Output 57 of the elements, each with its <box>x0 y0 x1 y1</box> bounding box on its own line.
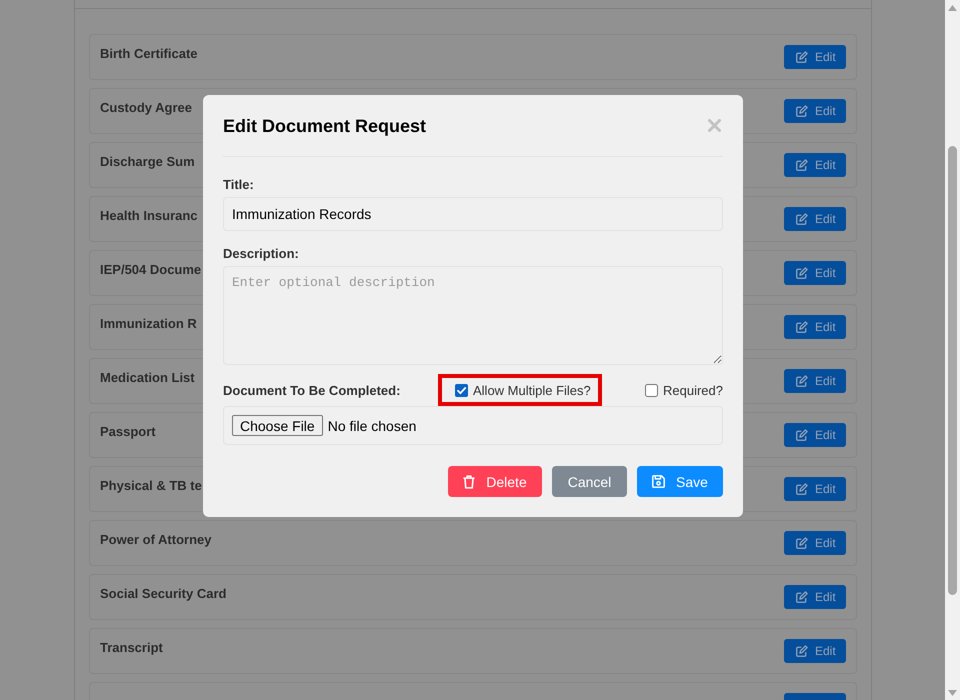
edit-button[interactable]: Edit <box>784 153 846 177</box>
document-title: Transcript <box>100 640 163 655</box>
scroll-up-icon[interactable] <box>948 4 957 10</box>
primary-button[interactable]: Save <box>637 466 723 497</box>
document-title: Immunization R <box>100 316 197 331</box>
danger-button[interactable]: Delete <box>448 466 542 497</box>
pencil-square-icon <box>796 321 808 333</box>
edit-button[interactable]: Edit <box>784 315 846 339</box>
pencil-square-icon <box>796 591 808 603</box>
edit-button[interactable]: Edit <box>784 639 846 663</box>
document-title: Custody Agree <box>100 100 192 115</box>
edit-button[interactable]: Edit <box>784 531 846 555</box>
close-button[interactable] <box>708 119 721 132</box>
dialog-title: Edit Document Request <box>223 114 426 136</box>
pencil-square-icon <box>796 51 808 63</box>
document-title: Passport <box>100 424 156 439</box>
pencil-square-icon <box>796 213 808 225</box>
document-title: Birth Certificate <box>100 46 198 61</box>
scrollbar-thumb[interactable] <box>948 146 957 595</box>
choose-file-button[interactable]: Choose File <box>232 415 323 436</box>
edit-button[interactable]: Edit <box>784 477 846 501</box>
document-title: Power of Attorney <box>100 532 212 547</box>
pencil-square-icon <box>796 375 808 387</box>
secondary-button[interactable]: Cancel <box>552 466 627 497</box>
pencil-square-icon <box>796 105 808 117</box>
scroll-down-icon[interactable] <box>948 690 957 696</box>
edit-button[interactable]: Edit <box>784 45 846 69</box>
title-input[interactable]: Immunization Records <box>223 197 723 231</box>
checkbox-label[interactable]: Required? <box>663 382 723 398</box>
document-title: Medication List <box>100 370 195 385</box>
pencil-square-icon <box>796 645 808 657</box>
field-label: Document To Be Completed: <box>223 382 402 398</box>
edit-button[interactable]: Edit <box>784 369 846 393</box>
edit-button[interactable]: Edit <box>784 99 846 123</box>
close-icon <box>708 119 721 132</box>
field-label: Title: <box>223 177 255 192</box>
document-title: Physical & TB te <box>100 478 202 493</box>
checkbox[interactable] <box>455 384 468 396</box>
pencil-square-icon <box>796 159 808 171</box>
document-title: Social Security Card <box>100 586 226 601</box>
edit-button[interactable]: Edit <box>784 207 846 231</box>
checkbox-label[interactable]: Allow Multiple Files? <box>473 382 591 398</box>
document-title: IEP/504 Docume <box>100 262 202 277</box>
edit-button[interactable]: Edit <box>784 423 846 447</box>
edit-button[interactable]: Edit <box>784 585 846 609</box>
file-status: No file chosen <box>328 418 416 434</box>
edit-button[interactable]: Edit <box>784 261 846 285</box>
field-label: Description: <box>223 246 300 261</box>
checkbox[interactable] <box>645 384 658 396</box>
pencil-square-icon <box>796 267 808 279</box>
trash-icon <box>463 474 476 488</box>
pencil-square-icon <box>796 483 808 495</box>
description-field[interactable]: Enter optional description <box>223 266 723 365</box>
document-title: Health Insuranc <box>100 208 198 223</box>
pencil-square-icon <box>796 429 808 441</box>
pencil-square-icon <box>796 537 808 549</box>
document-title: Discharge Sum <box>100 154 195 169</box>
